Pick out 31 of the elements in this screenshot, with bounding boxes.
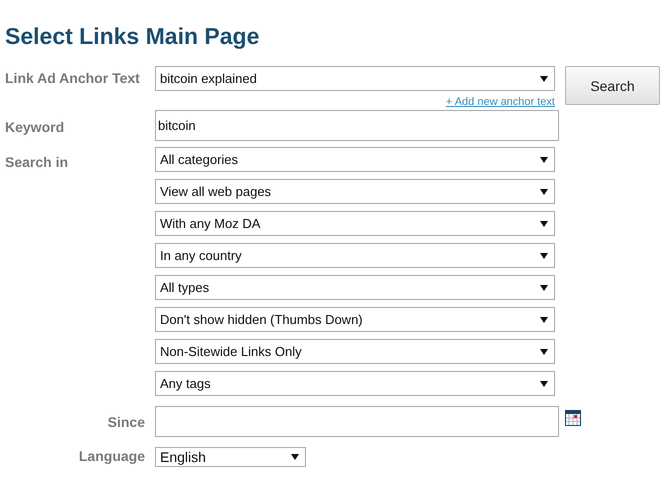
dropdown-arrow-icon bbox=[540, 156, 548, 162]
dropdown-arrow-icon bbox=[540, 76, 548, 82]
dropdown-arrow-icon bbox=[540, 252, 548, 258]
dropdown[interactable]: In any country bbox=[155, 243, 555, 268]
dropdown-arrow-icon bbox=[291, 454, 299, 460]
dropdown[interactable]: Any tags bbox=[155, 371, 555, 396]
field-label: Keyword bbox=[5, 119, 66, 135]
dropdown-arrow-icon bbox=[540, 188, 548, 194]
language-dropdown[interactable]: English bbox=[155, 447, 306, 467]
search-button[interactable]: Search bbox=[565, 66, 660, 105]
add-anchor-text-link[interactable]: + Add new anchor text bbox=[446, 96, 555, 108]
dropdown[interactable]: All types bbox=[155, 275, 555, 300]
dropdown[interactable]: Non-Sitewide Links Only bbox=[155, 339, 555, 364]
dropdown-arrow-icon bbox=[540, 284, 548, 290]
keyword-field[interactable]: bitcoin bbox=[155, 110, 559, 141]
dropdown[interactable]: With any Moz DA bbox=[155, 211, 555, 236]
field-label: Since bbox=[106, 414, 145, 430]
dropdown-arrow-icon bbox=[540, 380, 548, 386]
dropdown-arrow-icon bbox=[540, 316, 548, 322]
page-title: Select Links Main Page bbox=[5, 22, 260, 50]
dropdown[interactable]: View all web pages bbox=[155, 179, 555, 204]
date-field[interactable] bbox=[155, 406, 559, 437]
field-label: Language bbox=[78, 448, 145, 464]
dropdown[interactable]: Don't show hidden (Thumbs Down) bbox=[155, 307, 555, 332]
calendar-icon[interactable] bbox=[565, 410, 581, 426]
dropdown-arrow-icon bbox=[540, 220, 548, 226]
dropdown[interactable]: All categories bbox=[155, 147, 555, 172]
dropdown-arrow-icon bbox=[540, 348, 548, 354]
anchor-text-dropdown[interactable]: bitcoin explained bbox=[155, 66, 555, 91]
field-label: Link Ad Anchor Text bbox=[5, 70, 141, 86]
field-label: Search in bbox=[5, 154, 70, 170]
